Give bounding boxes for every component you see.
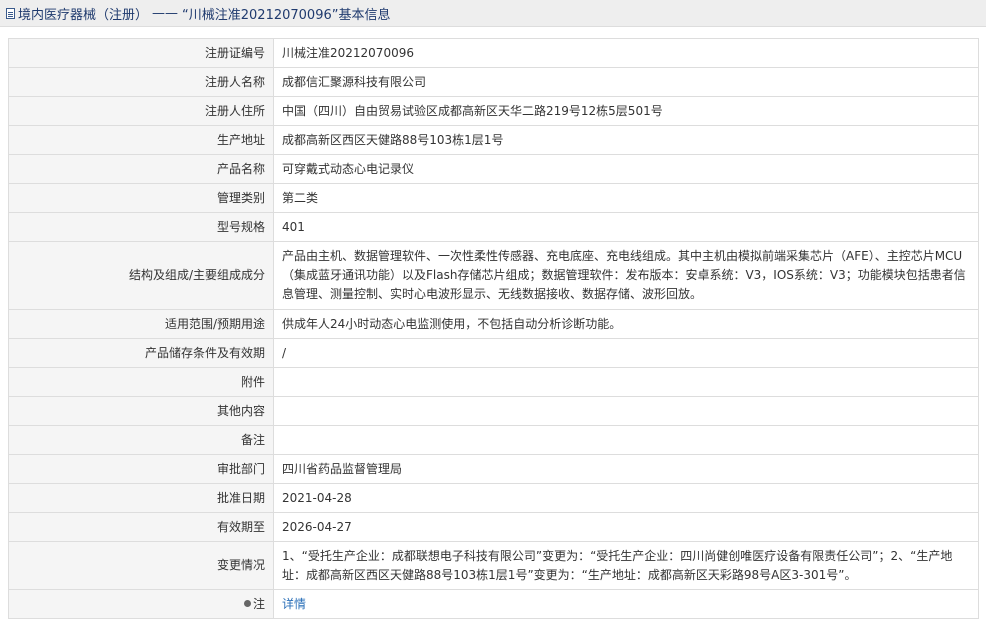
label-approval-department: 审批部门 — [8, 454, 274, 484]
row-structure-composition: 结构及组成/主要组成成分 产品由主机、数据管理软件、一次性柔性传感器、充电底座、… — [8, 241, 979, 310]
page-header: 境内医疗器械（注册） —— “川械注准20212070096”基本信息 — [0, 0, 986, 27]
header-title: “川械注准20212070096”基本信息 — [182, 7, 391, 23]
value-approval-date: 2021-04-28 — [273, 483, 979, 513]
row-remarks: 备注 — [8, 425, 979, 455]
label-remarks: 备注 — [8, 425, 274, 455]
label-registrant-address: 注册人住所 — [8, 96, 274, 126]
label-product-name: 产品名称 — [8, 154, 274, 184]
value-remarks — [273, 425, 979, 455]
row-approval-date: 批准日期 2021-04-28 — [8, 483, 979, 513]
value-management-class: 第二类 — [273, 183, 979, 213]
value-registrant-name: 成都信汇聚源科技有限公司 — [273, 67, 979, 97]
value-attachments — [273, 367, 979, 397]
value-storage-validity: / — [273, 338, 979, 368]
row-management-class: 管理类别 第二类 — [8, 183, 979, 213]
value-model-spec: 401 — [273, 212, 979, 242]
value-valid-until: 2026-04-27 — [273, 512, 979, 542]
label-intended-use: 适用范围/预期用途 — [8, 309, 274, 339]
label-attachments: 附件 — [8, 367, 274, 397]
label-production-address: 生产地址 — [8, 125, 274, 155]
label-note: 注 — [8, 589, 274, 619]
value-other-content — [273, 396, 979, 426]
row-change-history: 变更情况 1、“受托生产企业：成都联想电子科技有限公司”变更为：“受托生产企业：… — [8, 541, 979, 590]
row-product-name: 产品名称 可穿戴式动态心电记录仪 — [8, 154, 979, 184]
row-attachments: 附件 — [8, 367, 979, 397]
label-storage-validity: 产品储存条件及有效期 — [8, 338, 274, 368]
header-separator: —— — [152, 5, 179, 21]
row-model-spec: 型号规格 401 — [8, 212, 979, 242]
row-valid-until: 有效期至 2026-04-27 — [8, 512, 979, 542]
value-approval-department: 四川省药品监督管理局 — [273, 454, 979, 484]
document-icon — [6, 7, 15, 19]
label-structure-composition: 结构及组成/主要组成成分 — [8, 241, 274, 310]
info-table: 注册证编号 川械注准20212070096 注册人名称 成都信汇聚源科技有限公司… — [8, 38, 979, 619]
row-production-address: 生产地址 成都高新区西区天健路88号103栋1层1号 — [8, 125, 979, 155]
details-link[interactable]: 详情 — [282, 597, 306, 611]
row-note: 注 详情 — [8, 589, 979, 619]
row-registrant-address: 注册人住所 中国（四川）自由贸易试验区成都高新区天华二路219号12栋5层501… — [8, 96, 979, 126]
label-change-history: 变更情况 — [8, 541, 274, 590]
value-change-history: 1、“受托生产企业：成都联想电子科技有限公司”变更为：“受托生产企业：四川尚健创… — [273, 541, 979, 590]
row-registrant-name: 注册人名称 成都信汇聚源科技有限公司 — [8, 67, 979, 97]
row-approval-department: 审批部门 四川省药品监督管理局 — [8, 454, 979, 484]
label-note-text: 注 — [252, 596, 265, 611]
value-structure-composition: 产品由主机、数据管理软件、一次性柔性传感器、充电底座、充电线组成。其中主机由模拟… — [273, 241, 979, 310]
label-management-class: 管理类别 — [8, 183, 274, 213]
value-note: 详情 — [273, 589, 979, 619]
value-intended-use: 供成年人24小时动态心电监测使用，不包括自动分析诊断功能。 — [273, 309, 979, 339]
row-storage-validity: 产品储存条件及有效期 / — [8, 338, 979, 368]
label-registration-number: 注册证编号 — [8, 38, 274, 68]
label-approval-date: 批准日期 — [8, 483, 274, 513]
row-other-content: 其他内容 — [8, 396, 979, 426]
label-model-spec: 型号规格 — [8, 212, 274, 242]
header-category: 境内医疗器械（注册） — [18, 7, 149, 23]
value-production-address: 成都高新区西区天健路88号103栋1层1号 — [273, 125, 979, 155]
label-valid-until: 有效期至 — [8, 512, 274, 542]
value-registration-number: 川械注准20212070096 — [273, 38, 979, 68]
row-registration-number: 注册证编号 川械注准20212070096 — [8, 38, 979, 68]
value-product-name: 可穿戴式动态心电记录仪 — [273, 154, 979, 184]
label-other-content: 其他内容 — [8, 396, 274, 426]
label-registrant-name: 注册人名称 — [8, 67, 274, 97]
bulb-icon — [243, 599, 251, 607]
row-intended-use: 适用范围/预期用途 供成年人24小时动态心电监测使用，不包括自动分析诊断功能。 — [8, 309, 979, 339]
value-registrant-address: 中国（四川）自由贸易试验区成都高新区天华二路219号12栋5层501号 — [273, 96, 979, 126]
